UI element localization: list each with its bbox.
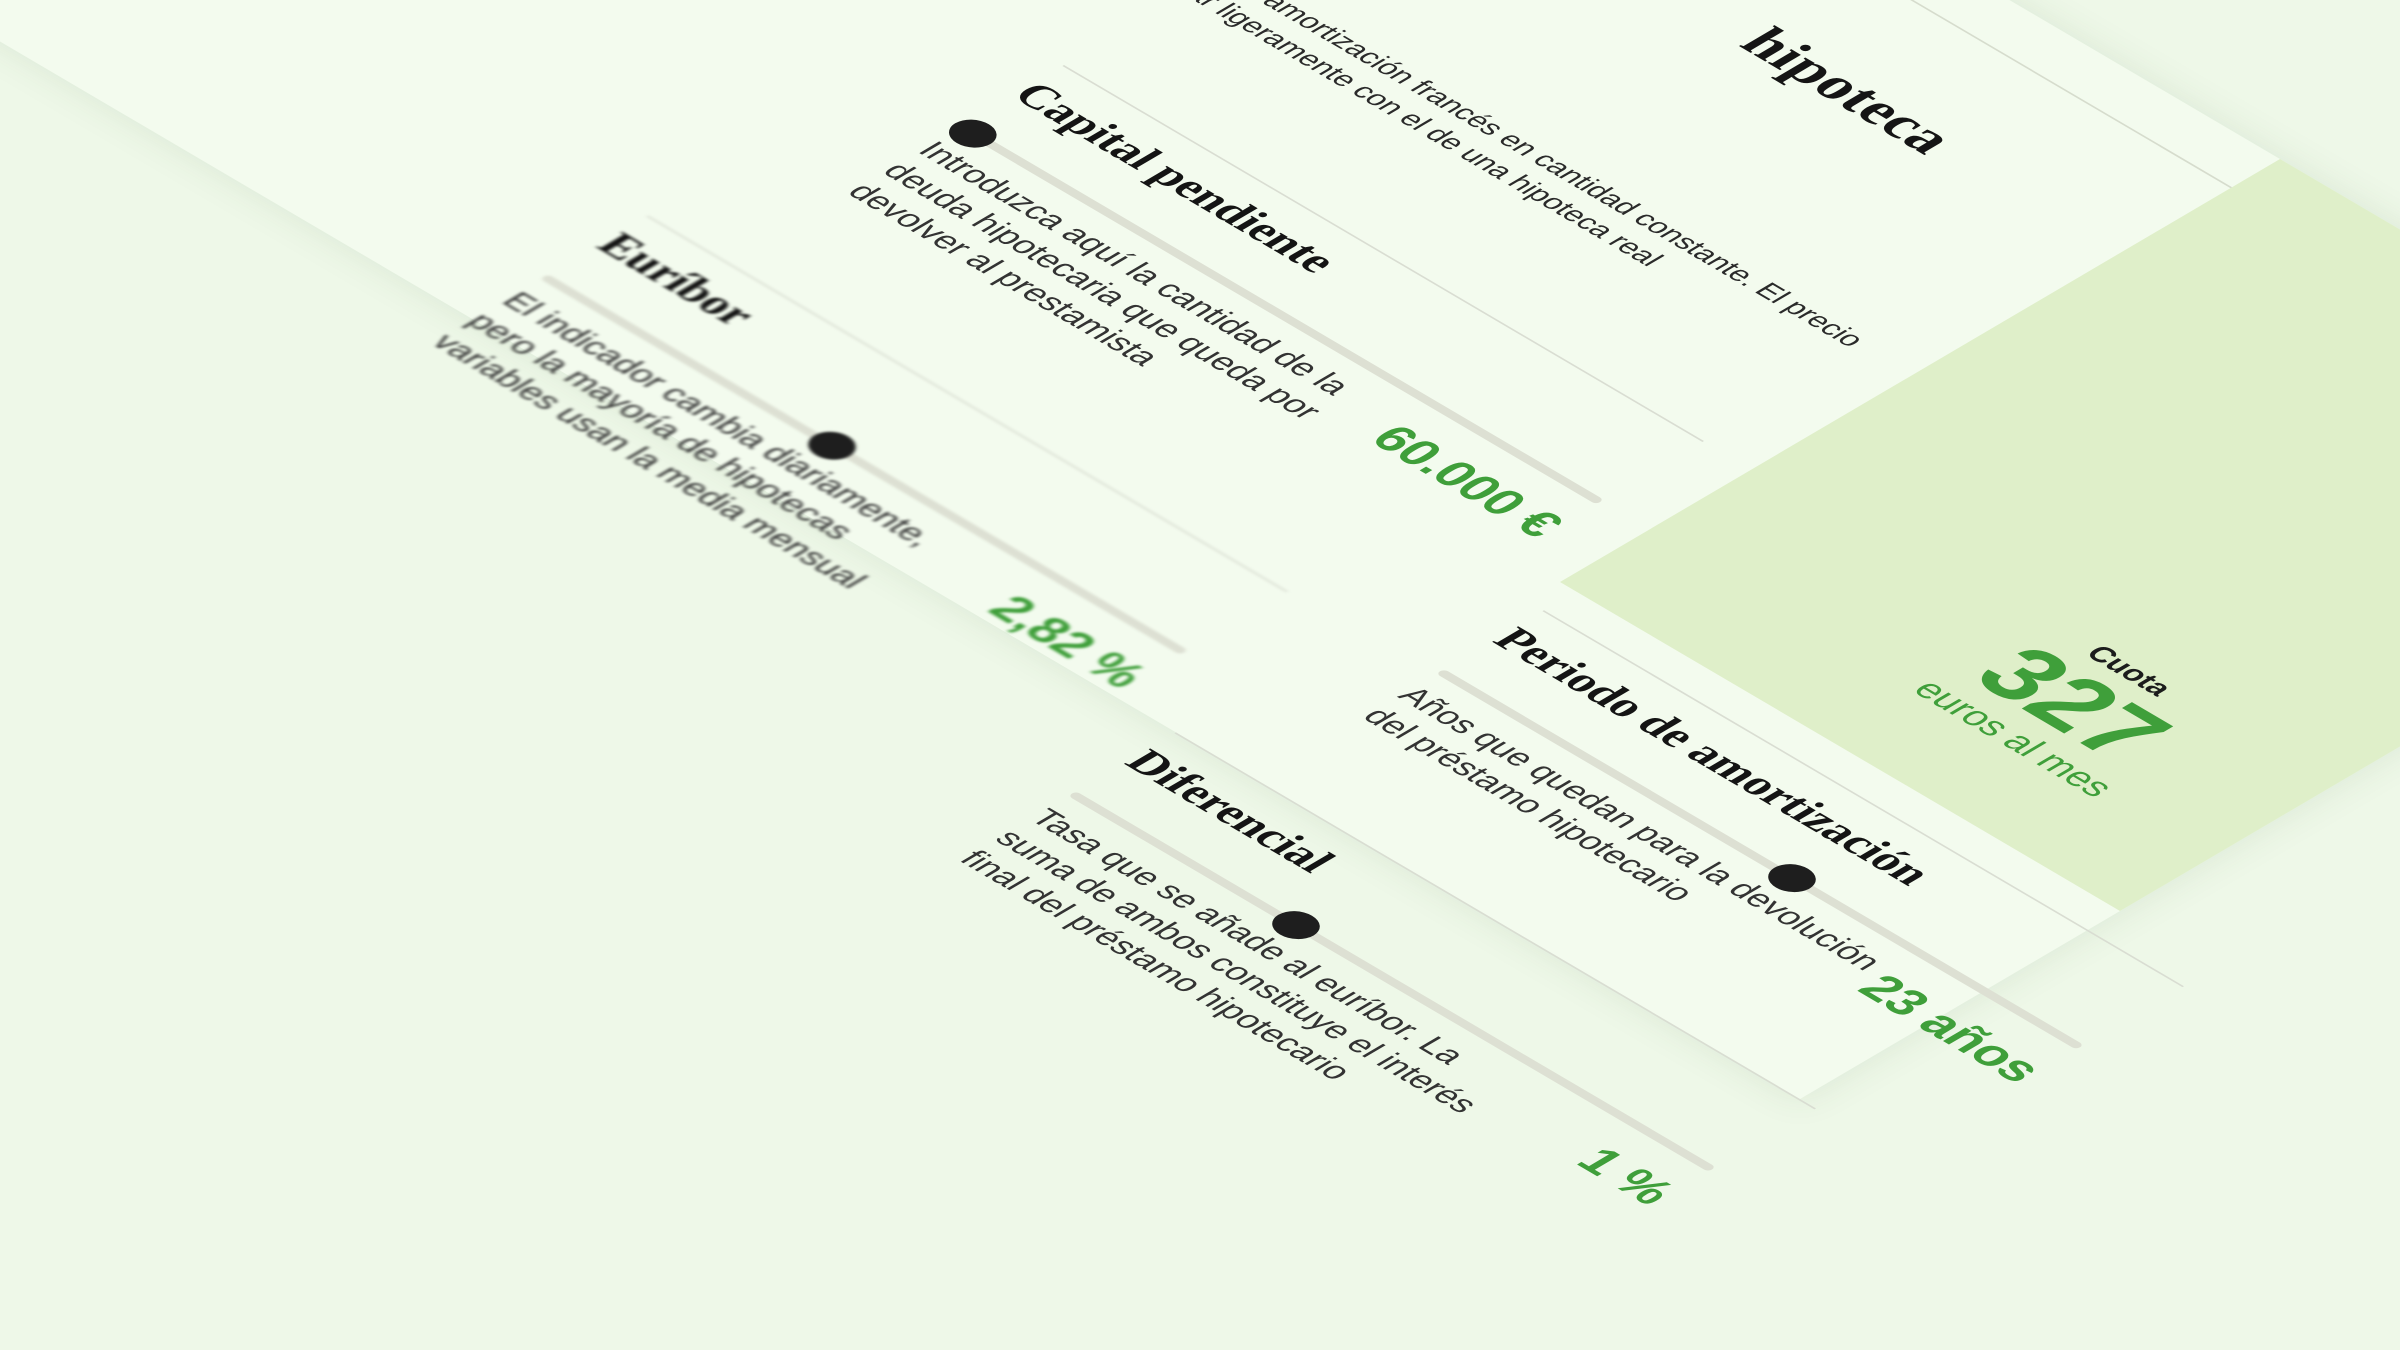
page-title: hipoteca — [1726, 18, 1972, 163]
page-background: hipoteca Calculada con el sistema de amo… — [0, 0, 2400, 1350]
mortgage-calculator-card: hipoteca Calculada con el sistema de amo… — [0, 0, 2400, 1212]
